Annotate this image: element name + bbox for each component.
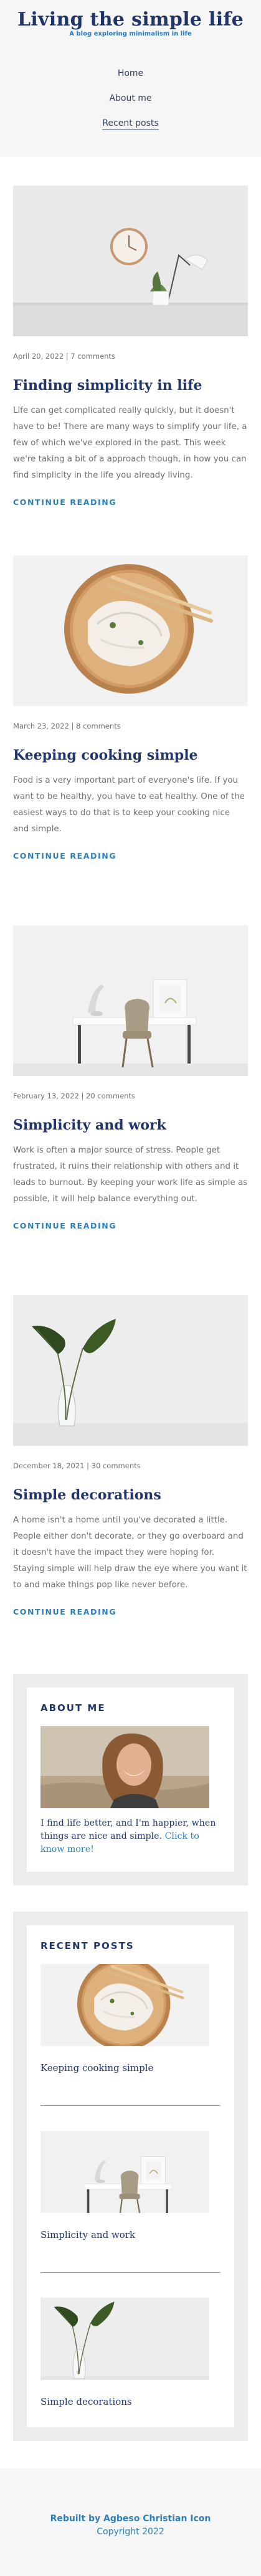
post-meta: December 18, 2021 | 30 comments (13, 1461, 141, 1470)
post-image-svg (13, 186, 248, 336)
wall-clock-and-lamp-photo[interactable] (13, 186, 248, 336)
dumplings-plate-photo[interactable] (13, 555, 248, 706)
continue-reading-link[interactable]: CONTINUE READING (13, 851, 116, 861)
post-excerpt: Work is often a major source of stress. … (13, 1146, 248, 1204)
main-nav: Home About me Recent posts (0, 61, 261, 136)
post-list: April 20, 2022 | 7 comments Finding simp… (0, 157, 261, 1674)
footer-credit: Rebuilt by Agbeso Christian Icon (50, 2514, 211, 2524)
post-meta: April 20, 2022 | 7 comments (13, 352, 115, 361)
thumbnail-svg (40, 2131, 209, 2213)
nav-item-label: Home (117, 68, 144, 78)
post-meta: February 13, 2022 | 20 comments (13, 1092, 135, 1100)
recent-post-item[interactable]: Keeping cooking simple (40, 1964, 221, 2074)
avatar (40, 1726, 209, 1808)
recent-posts-card: RECENT POSTS Keeping cooking simple Simp… (27, 1925, 234, 2427)
post-image-svg (13, 925, 248, 1076)
post-title[interactable]: Simple decorations (13, 1486, 248, 1504)
site-header: Living the simple life A blog exploring … (0, 0, 261, 157)
post-card: February 13, 2022 | 20 comments Simplici… (13, 925, 248, 1295)
plant-thumbnail[interactable] (40, 2298, 209, 2380)
footer-copyright: Copyright 2022 (97, 2527, 164, 2537)
about-text: I find life better, and I'm happier, whe… (40, 1817, 221, 1856)
nav-item-recent-posts[interactable]: Recent posts (0, 111, 261, 136)
portrait-photo-svg (40, 1726, 209, 1808)
recent-post-item[interactable]: Simplicity and work (40, 2131, 221, 2240)
desk-and-chair-photo[interactable] (13, 925, 248, 1076)
continue-reading-link[interactable]: CONTINUE READING (13, 1221, 116, 1230)
post-image-svg (13, 555, 248, 706)
about-widget-card: ABOUT ME I find life better, and I'm hap… (27, 1687, 234, 1872)
about-widget: ABOUT ME I find life better, and I'm hap… (13, 1674, 248, 1885)
site-footer: Rebuilt by Agbeso Christian Icon Copyrig… (0, 2468, 261, 2576)
post-title[interactable]: Finding simplicity in life (13, 377, 248, 394)
nav-item-home[interactable]: Home (0, 61, 261, 86)
divider (40, 2105, 221, 2106)
nav-item-label: Recent posts (102, 118, 159, 130)
recent-post-title[interactable]: Simple decorations (40, 2396, 221, 2407)
recent-post-title[interactable]: Simplicity and work (40, 2229, 221, 2240)
post-meta: March 23, 2022 | 8 comments (13, 722, 121, 730)
continue-reading-link[interactable]: CONTINUE READING (13, 1607, 116, 1616)
thumbnail-svg (40, 1964, 209, 2046)
plant-in-vase-photo[interactable] (13, 1295, 248, 1446)
recent-posts-widget: RECENT POSTS Keeping cooking simple Simp… (13, 1912, 248, 2441)
desk-thumbnail[interactable] (40, 2131, 209, 2213)
post-card: April 20, 2022 | 7 comments Finding simp… (13, 186, 248, 555)
nav-item-label: About me (109, 93, 152, 103)
continue-reading-link[interactable]: CONTINUE READING (13, 498, 116, 507)
nav-item-about[interactable]: About me (0, 86, 261, 111)
post-excerpt: A home isn't a home until you've decorat… (13, 1516, 247, 1590)
recent-posts-title: RECENT POSTS (40, 1940, 135, 1951)
recent-post-item[interactable]: Simple decorations (40, 2298, 221, 2407)
about-title: ABOUT ME (40, 1702, 106, 1714)
site-tagline: A blog exploring minimalism in life (69, 31, 192, 37)
divider (40, 2272, 221, 2273)
post-card: December 18, 2021 | 30 comments Simple d… (13, 1295, 248, 1674)
recent-post-title[interactable]: Keeping cooking simple (40, 2062, 221, 2074)
site-title[interactable]: Living the simple life (0, 9, 261, 31)
post-excerpt: Life can get complicated really quickly,… (13, 406, 247, 480)
dumplings-thumbnail[interactable] (40, 1964, 209, 2046)
post-excerpt: Food is a very important part of everyon… (13, 776, 245, 834)
thumbnail-svg (40, 2298, 209, 2380)
post-card: March 23, 2022 | 8 comments Keeping cook… (13, 555, 248, 925)
post-title[interactable]: Simplicity and work (13, 1116, 248, 1134)
post-image-svg (13, 1295, 248, 1446)
post-title[interactable]: Keeping cooking simple (13, 747, 248, 764)
